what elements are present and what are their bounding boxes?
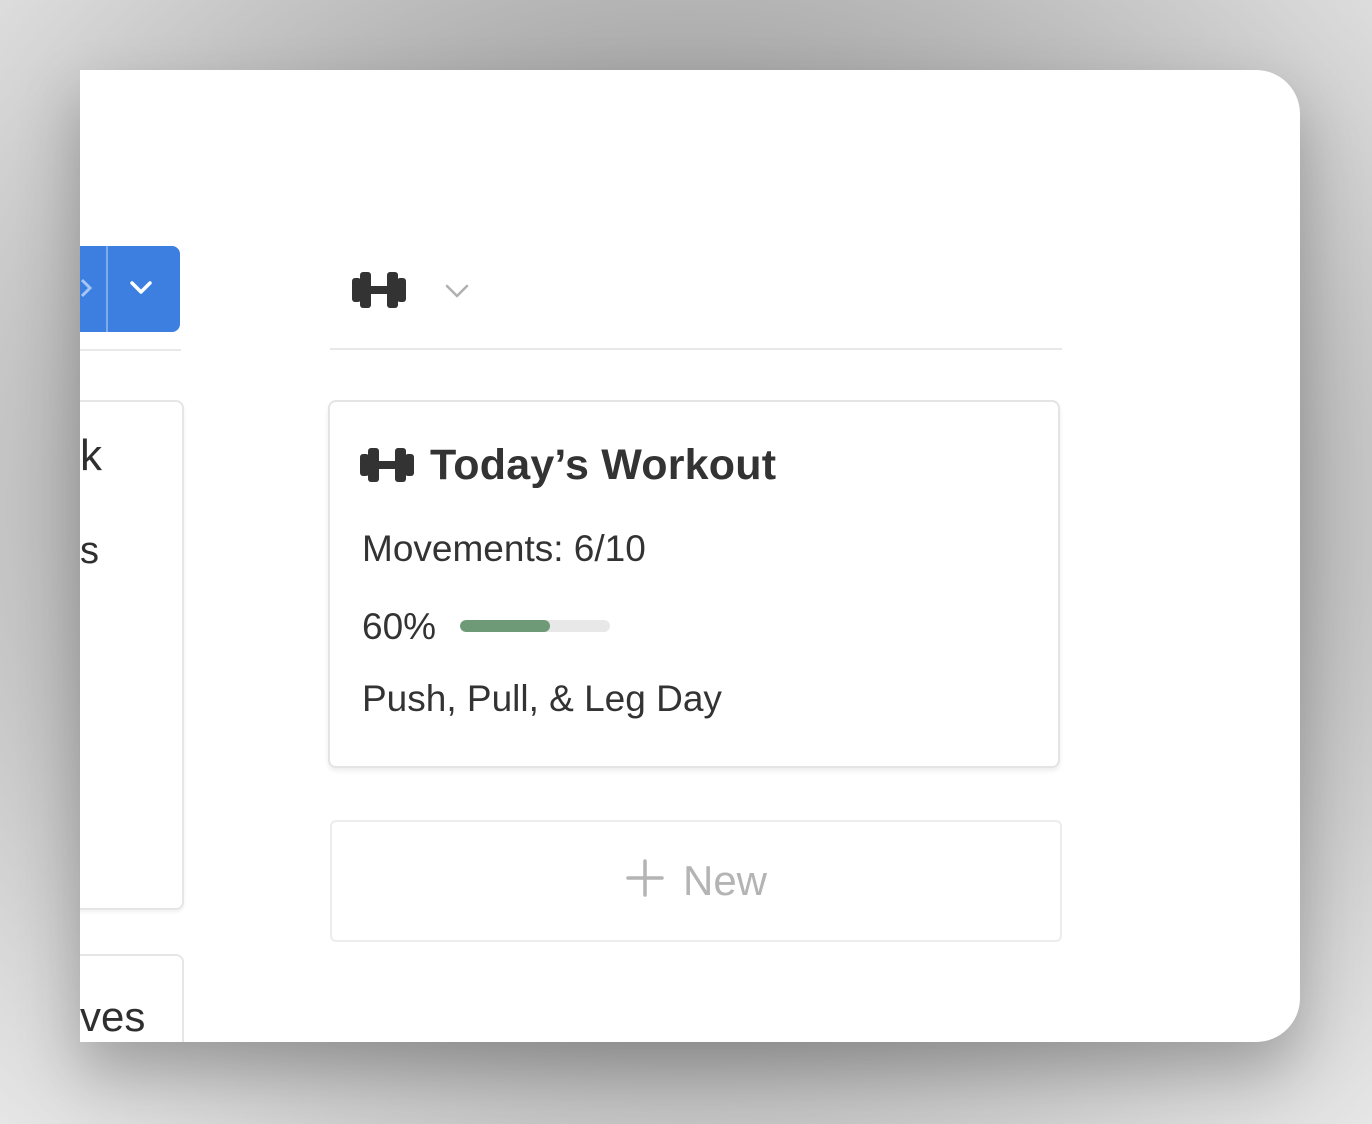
column-divider [330, 348, 1062, 350]
progress-bar [460, 620, 611, 632]
chevron-down-icon[interactable] [442, 276, 472, 306]
progress-property: 60% [362, 605, 611, 647]
button-label-fragment [80, 278, 93, 298]
split-button[interactable] [80, 246, 180, 332]
progress-bar-fill [460, 620, 551, 632]
new-card-button[interactable]: New [330, 820, 1062, 942]
board-window: k s ves Today’s Workout Movements: 6/10 … [80, 70, 1300, 1042]
left-card-property: s [80, 530, 99, 572]
split-divider [106, 246, 108, 332]
left-column-divider [80, 349, 181, 351]
progress-label: 60% [362, 605, 437, 647]
left-card-2-title: ves [80, 993, 146, 1040]
new-button-label: New [682, 857, 768, 904]
card-title-row: Today’s Workout [358, 440, 776, 490]
plus-icon [626, 859, 664, 897]
movements-property: Movements: 6/10 [362, 528, 646, 569]
workout-card[interactable]: Today’s Workout Movements: 6/10 60% Push… [328, 400, 1060, 768]
column-header[interactable] [330, 256, 1062, 350]
dumbbell-icon [352, 272, 406, 308]
card-title: Today’s Workout [430, 440, 777, 489]
workout-type-property: Push, Pull, & Leg Day [362, 678, 722, 719]
dumbbell-icon [360, 448, 414, 482]
left-card-title: k [80, 431, 102, 480]
chevron-down-icon[interactable] [126, 272, 156, 302]
